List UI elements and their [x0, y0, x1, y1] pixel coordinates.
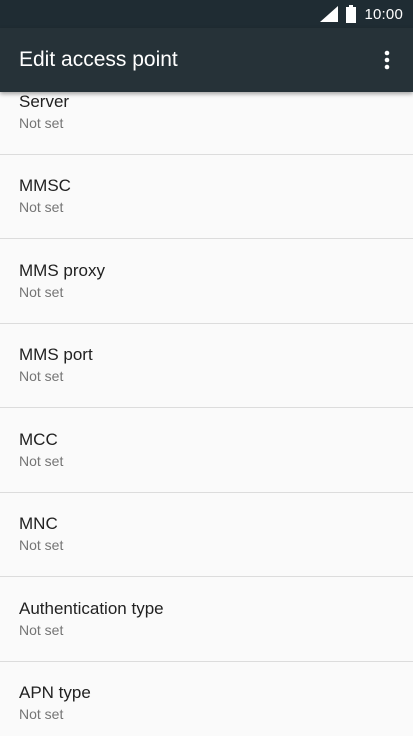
setting-value: Not set: [19, 199, 64, 216]
setting-item-apn-type[interactable]: APN type Not set: [0, 662, 413, 736]
setting-label: Authentication type: [19, 598, 164, 618]
setting-label: Server: [19, 92, 70, 111]
setting-item-mms-port[interactable]: MMS port Not set: [0, 324, 413, 408]
settings-list-content: Server Not set MMSC Not set MMS proxy No…: [0, 92, 413, 736]
setting-value: Not set: [19, 621, 64, 638]
setting-label: MMSC: [19, 176, 71, 196]
setting-value: Not set: [19, 537, 64, 554]
battery-icon: [346, 5, 357, 23]
overflow-menu-icon[interactable]: [375, 40, 399, 80]
setting-item-server[interactable]: Server Not set: [0, 92, 413, 155]
setting-item-mnc[interactable]: MNC Not set: [0, 493, 413, 577]
setting-item-mms-proxy[interactable]: MMS proxy Not set: [0, 239, 413, 324]
setting-value: Not set: [19, 452, 64, 469]
setting-label: MNC: [19, 514, 58, 534]
signal-icon: [320, 6, 339, 22]
setting-label: MMS proxy: [19, 260, 105, 280]
status-time: 10:00: [364, 5, 403, 23]
app-bar: Edit access point: [0, 28, 413, 92]
setting-label: MCC: [19, 429, 58, 449]
setting-item-mcc[interactable]: MCC Not set: [0, 408, 413, 493]
setting-value: Not set: [19, 114, 64, 131]
setting-value: Not set: [19, 368, 64, 385]
page-title: Edit access point: [19, 48, 178, 71]
setting-value: Not set: [19, 706, 64, 723]
setting-label: MMS port: [19, 345, 93, 365]
setting-item-authentication-type[interactable]: Authentication type Not set: [0, 577, 413, 662]
status-bar: 10:00: [0, 0, 413, 28]
settings-list[interactable]: Server Not set MMSC Not set MMS proxy No…: [0, 92, 413, 736]
setting-label: APN type: [19, 683, 91, 703]
setting-value: Not set: [19, 283, 64, 300]
setting-item-mmsc[interactable]: MMSC Not set: [0, 155, 413, 239]
